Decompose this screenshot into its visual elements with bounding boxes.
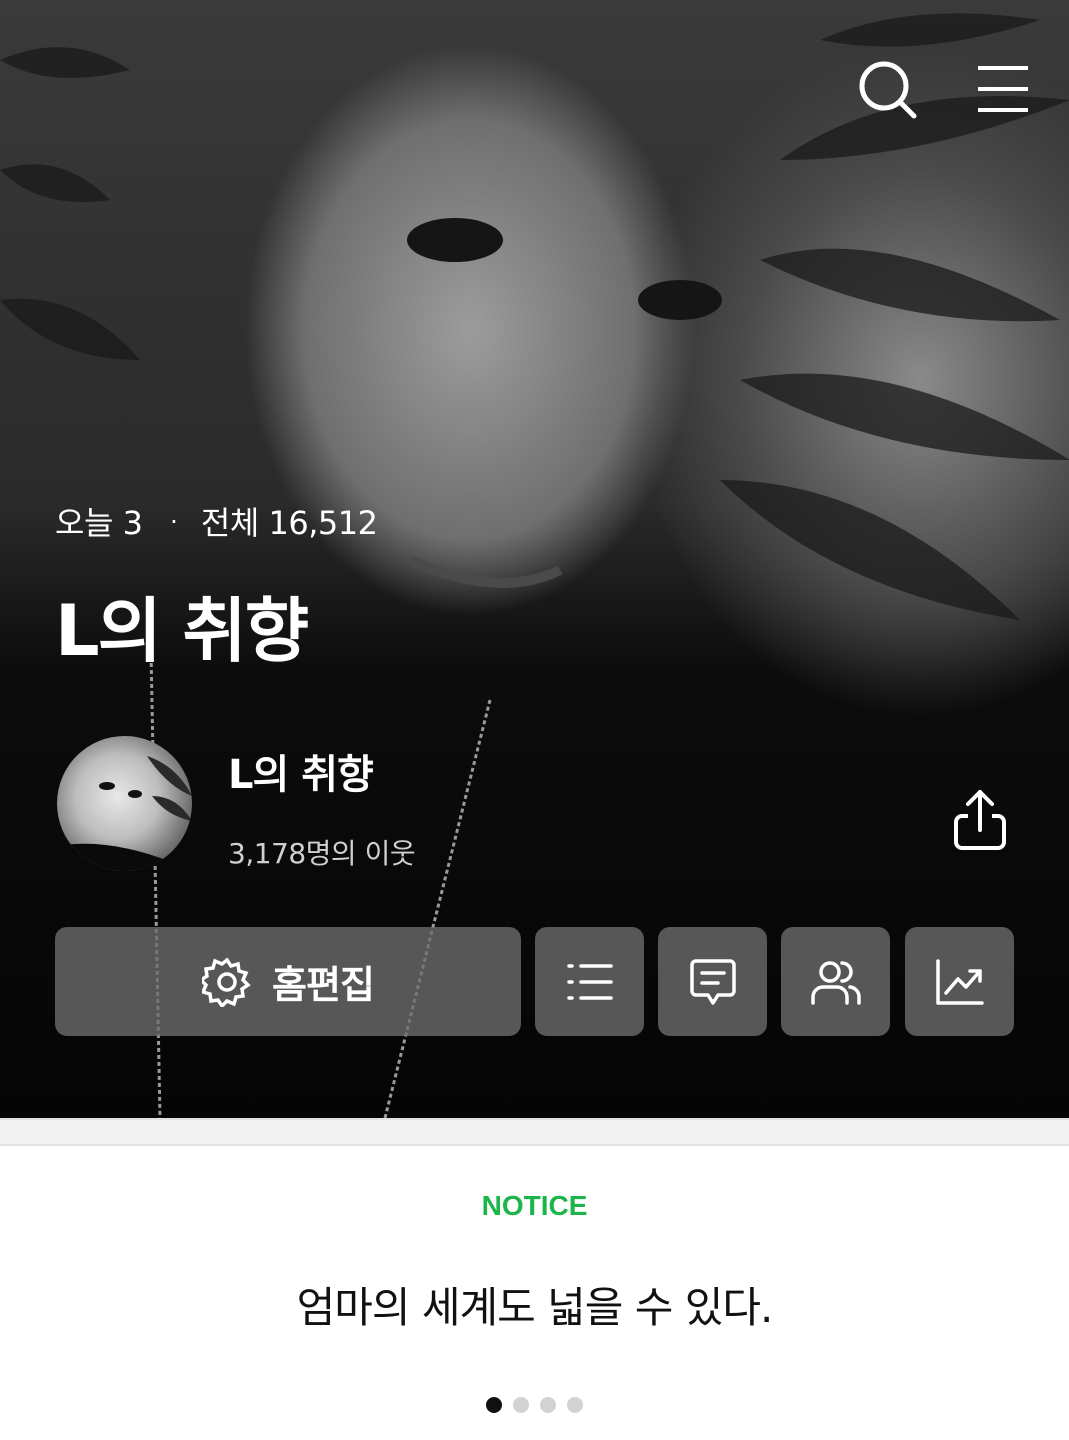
today-label: 오늘 (55, 504, 113, 542)
edit-home-label: 홈편집 (272, 963, 375, 1007)
stats-chart-icon (935, 958, 984, 1005)
pagination-dot-3[interactable] (540, 1397, 556, 1413)
neighbor-count[interactable]: 3,178명의 이웃 (228, 832, 416, 872)
guestbook-button[interactable] (658, 927, 767, 1036)
menu-button[interactable] (973, 62, 1033, 122)
edit-home-button[interactable]: 홈편집 (55, 927, 521, 1036)
post-list-button[interactable] (535, 927, 644, 1036)
section-divider (0, 1118, 1069, 1146)
stats-separator: · (170, 508, 178, 536)
search-icon (859, 61, 917, 119)
avatar[interactable] (57, 736, 192, 871)
share-icon (954, 790, 1006, 850)
people-icon (810, 960, 861, 1005)
visitor-stats: 오늘 3 · 전체 16,512 (55, 498, 378, 544)
total-label: 전체 (200, 504, 259, 542)
statistics-button[interactable] (905, 927, 1014, 1036)
share-button[interactable] (948, 786, 1012, 854)
blog-header-hero: 오늘 3 · 전체 16,512 L의 취향 L의 취향 3,178명의 이웃 (0, 0, 1069, 1118)
notice-text[interactable]: 엄마의 세계도 넓을 수 있다. (0, 1274, 1069, 1335)
pagination-dot-2[interactable] (513, 1397, 529, 1413)
pagination-dot-1[interactable] (486, 1397, 502, 1413)
neighbors-button[interactable] (781, 927, 890, 1036)
today-count: 3 (122, 504, 143, 542)
search-button[interactable] (858, 60, 918, 120)
blog-title: L의 취향 (55, 590, 309, 672)
total-count: 16,512 (268, 504, 378, 542)
profile-name[interactable]: L의 취향 (228, 742, 374, 800)
notice-label: NOTICE (481, 1190, 588, 1221)
pagination-dot-4[interactable] (567, 1397, 583, 1413)
hamburger-menu-icon (978, 66, 1028, 112)
comment-icon (689, 958, 736, 1005)
list-icon (566, 963, 613, 1000)
avatar-photo (57, 756, 192, 871)
notice-pagination (0, 1397, 1069, 1413)
gear-icon (202, 956, 251, 1007)
